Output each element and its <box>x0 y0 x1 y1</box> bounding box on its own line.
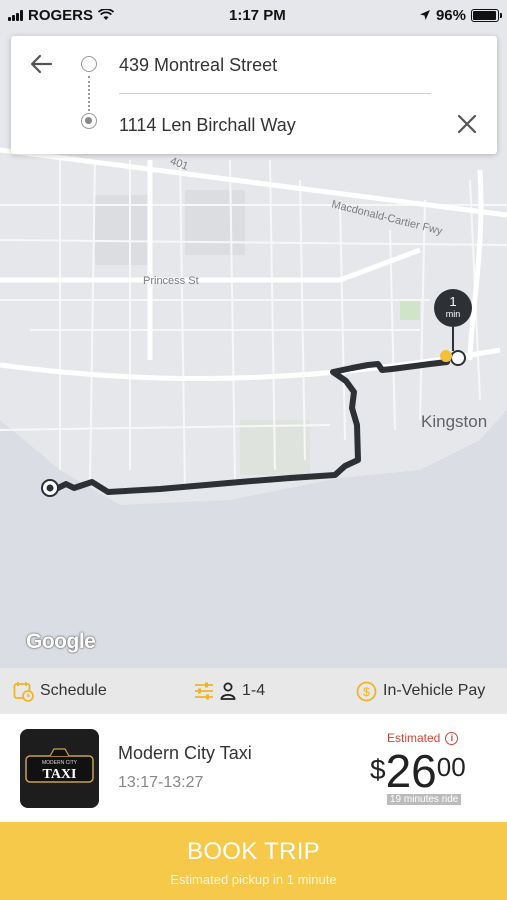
estimated-text: Estimated <box>387 731 441 745</box>
destination-field[interactable]: 1114 Len Birchall Way <box>119 110 431 140</box>
pickup-estimate-label: Estimated pickup in 1 minute <box>170 872 337 887</box>
eta-pin: 1 min <box>434 289 472 327</box>
back-arrow-icon[interactable] <box>27 50 55 78</box>
svg-text:MODERN CITY: MODERN CITY <box>42 760 78 766</box>
ride-duration-badge: 19 minutes ride <box>387 794 462 805</box>
carrier-label: ROGERS <box>28 6 94 24</box>
signal-icon <box>8 9 23 21</box>
taxi-company-name: Modern City Taxi <box>118 743 252 763</box>
route-connector <box>88 76 90 111</box>
sliders-icon <box>195 682 213 700</box>
route-search-card: 439 Montreal Street 1114 Len Birchall Wa… <box>11 36 497 154</box>
coin-dollar-icon: $ <box>356 681 377 701</box>
map-label-princess-st: Princess St <box>143 275 199 287</box>
svg-text:TAXI: TAXI <box>43 767 77 782</box>
schedule-label: Schedule <box>40 682 107 699</box>
estimated-label: Estimated i <box>387 731 459 745</box>
location-arrow-icon <box>419 10 430 20</box>
passenger-filter-button[interactable]: 1-4 <box>194 668 265 714</box>
eta-pin-stem <box>452 327 454 351</box>
passenger-range: 1-4 <box>242 682 266 699</box>
taxi-option-row[interactable]: MODERN CITY TAXI Modern City Taxi 13:17-… <box>0 714 507 822</box>
fare-price: $ 26 00 <box>370 746 466 796</box>
clock: 1:17 PM <box>229 6 286 24</box>
svg-text:$: $ <box>363 685 370 699</box>
pickup-marker <box>440 350 452 362</box>
info-icon[interactable]: i <box>445 731 459 745</box>
battery-percent: 96% <box>435 6 466 24</box>
price-whole: 26 <box>385 745 437 797</box>
price-currency: $ <box>370 754 386 785</box>
status-bar: ROGERS 1:17 PM 96% <box>0 0 507 30</box>
person-icon <box>220 682 236 700</box>
map-label-kingston: Kingston <box>421 412 488 431</box>
taxi-logo-graphic: MODERN CITY TAXI <box>25 748 94 783</box>
book-trip-button[interactable]: BOOK TRIP Estimated pickup in 1 minute <box>0 822 507 900</box>
battery-icon <box>471 8 502 22</box>
schedule-button[interactable]: Schedule <box>13 668 107 714</box>
book-trip-label: BOOK TRIP <box>187 838 320 865</box>
eta-unit: min <box>445 309 461 319</box>
origin-circle-icon <box>81 56 97 72</box>
origin-field[interactable]: 439 Montreal Street <box>119 50 431 80</box>
field-divider <box>119 93 431 94</box>
price-cents: 00 <box>436 752 466 782</box>
taxi-company-logo: MODERN CITY TAXI <box>20 729 99 808</box>
eta-value: 1 <box>449 294 457 309</box>
payment-button[interactable]: $ In-Vehicle Pay <box>356 668 485 714</box>
payment-label: In-Vehicle Pay <box>383 682 486 699</box>
destination-circle-icon <box>81 113 97 129</box>
calendar-clock-icon <box>13 681 34 702</box>
taxi-time-window: 13:17-13:27 <box>118 774 204 791</box>
wifi-icon <box>98 9 115 20</box>
google-logo: Google <box>26 630 96 653</box>
clear-destination-icon[interactable] <box>455 112 479 136</box>
options-bar: Schedule 1-4 $ In-Vehicle Pay <box>0 668 507 714</box>
